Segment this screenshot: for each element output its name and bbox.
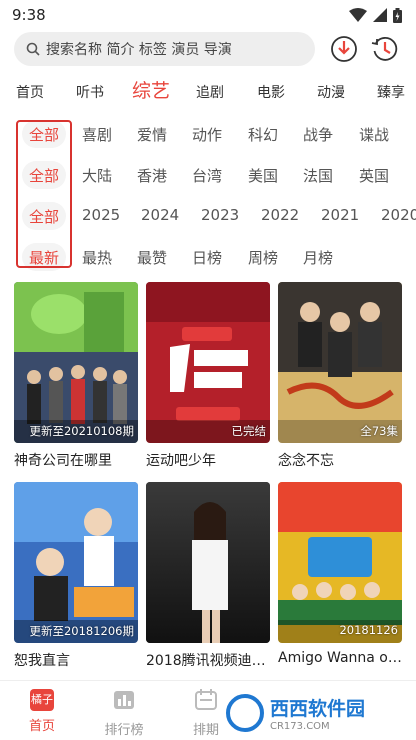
- card-title: 念念不忘: [278, 453, 334, 469]
- filter-option[interactable]: 大陆: [82, 165, 112, 186]
- filter-option[interactable]: 战争: [303, 124, 333, 145]
- filter-option[interactable]: 月榜: [303, 247, 333, 268]
- watermark-logo: 西西软件园 CR173.COM: [218, 690, 398, 736]
- filter-genre-selected[interactable]: 全部: [22, 120, 66, 148]
- poster-image: [14, 482, 138, 643]
- filter-option[interactable]: 喜剧: [82, 124, 112, 145]
- ranking-icon: [114, 691, 134, 709]
- poster-image: [146, 282, 270, 443]
- watermark-circle-icon: [226, 694, 264, 732]
- status-icons: [349, 7, 402, 23]
- filter-row-year: 全部 2025 2024 2023 2022 2021 2020: [0, 200, 416, 236]
- filter-option[interactable]: 动作: [192, 124, 222, 145]
- card-title: 运动吧少年: [146, 453, 216, 469]
- tab-anime[interactable]: 动漫: [317, 82, 345, 102]
- filter-option[interactable]: 最热: [82, 247, 112, 268]
- filter-option[interactable]: 爱情: [137, 124, 167, 145]
- filter-option[interactable]: 2022: [261, 206, 299, 224]
- battery-icon: [393, 7, 402, 23]
- status-time: 9:38: [12, 6, 46, 24]
- nav-home[interactable]: 橘子 首页: [12, 689, 72, 734]
- search-input[interactable]: 搜索名称 简介 标签 演员 导演: [14, 32, 315, 66]
- status-bar: 9:38: [0, 0, 416, 30]
- tab-premium[interactable]: 臻享: [377, 82, 405, 102]
- watermark-subtext: CR173.COM: [270, 721, 330, 732]
- filter-row-region: 全部 大陆 香港 台湾 美国 法国 英国: [0, 159, 416, 195]
- card-title: 2018腾讯视频迪…: [146, 653, 266, 669]
- tab-audiobook[interactable]: 听书: [76, 82, 104, 102]
- search-placeholder: 搜索名称 简介 标签 演员 导演: [46, 42, 232, 58]
- tab-variety[interactable]: 综艺: [132, 76, 170, 103]
- filter-option[interactable]: 周榜: [248, 247, 278, 268]
- search-row: 搜索名称 简介 标签 演员 导演: [0, 32, 416, 66]
- orange-brand-icon: 橘子: [30, 689, 54, 711]
- tab-home[interactable]: 首页: [16, 82, 44, 102]
- episode-badge: 已完结: [231, 424, 267, 438]
- poster-image: [146, 482, 270, 643]
- tab-movie[interactable]: 电影: [257, 82, 285, 102]
- filter-year-selected[interactable]: 全部: [22, 202, 66, 230]
- card-title: 神奇公司在哪里: [14, 453, 112, 469]
- filter-sort-selected[interactable]: 最新: [22, 243, 66, 271]
- filter-option[interactable]: 2024: [141, 206, 179, 224]
- signal-icon: [373, 8, 387, 22]
- episode-badge: 更新至20181206期: [29, 624, 134, 638]
- filter-option[interactable]: 日榜: [192, 247, 222, 268]
- filter-option[interactable]: 台湾: [192, 165, 222, 186]
- poster-image: [14, 282, 138, 443]
- watermark-text: 西西软件园: [270, 698, 366, 720]
- episode-badge: 20181126: [339, 623, 398, 637]
- search-icon: [26, 42, 40, 56]
- filter-option[interactable]: 谍战: [359, 124, 389, 145]
- filter-option[interactable]: 香港: [137, 165, 167, 186]
- nav-label: 首页: [28, 719, 55, 734]
- card-title: 恕我直言: [14, 653, 70, 669]
- download-icon[interactable]: [329, 34, 359, 64]
- filter-option[interactable]: 法国: [303, 165, 333, 186]
- filter-option[interactable]: 2020: [381, 206, 416, 224]
- filter-panel: 全部 喜剧 爱情 动作 科幻 战争 谍战 全部 大陆 香港 台湾 美国 法国 英…: [0, 118, 416, 272]
- card-title: Amigo Wanna o…: [278, 650, 402, 666]
- poster-image: [278, 482, 402, 643]
- filter-region-selected[interactable]: 全部: [22, 161, 66, 189]
- poster-image: [278, 282, 402, 443]
- tab-series[interactable]: 追剧: [196, 82, 224, 102]
- filter-option[interactable]: 英国: [359, 165, 389, 186]
- filter-option[interactable]: 美国: [248, 165, 278, 186]
- filter-option[interactable]: 最赞: [137, 247, 167, 268]
- wifi-icon: [349, 8, 367, 22]
- filter-row-genre: 全部 喜剧 爱情 动作 科幻 战争 谍战: [0, 118, 416, 154]
- filter-option[interactable]: 2021: [321, 206, 359, 224]
- nav-ranking[interactable]: 排行榜: [94, 689, 154, 738]
- filter-row-sort: 最新 最热 最赞 日榜 周榜 月榜: [0, 241, 416, 272]
- episode-badge: 更新至20210108期: [29, 424, 134, 438]
- filter-option[interactable]: 2025: [82, 206, 120, 224]
- episode-badge: 全73集: [360, 424, 398, 438]
- nav-label: 排行榜: [104, 723, 144, 738]
- history-icon[interactable]: [370, 34, 400, 64]
- filter-option[interactable]: 2023: [201, 206, 239, 224]
- category-tabs: 首页 听书 综艺 追剧 电影 动漫 臻享: [0, 76, 416, 104]
- calendar-icon: [195, 689, 217, 710]
- filter-option[interactable]: 科幻: [248, 124, 278, 145]
